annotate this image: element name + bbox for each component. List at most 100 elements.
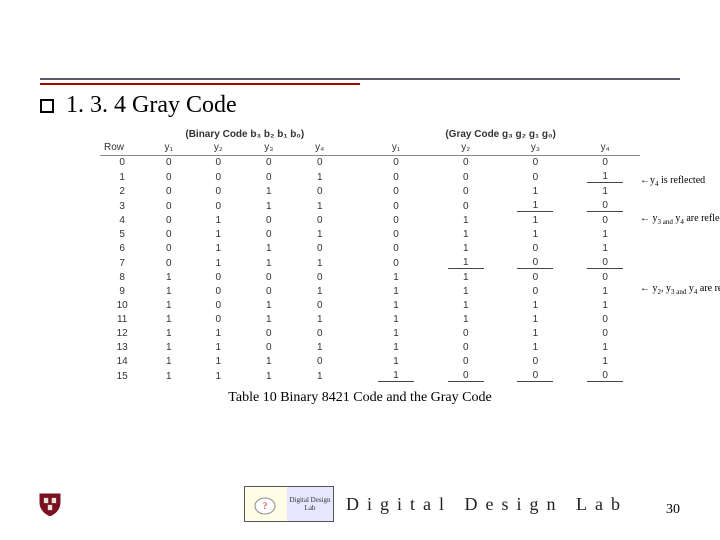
cell-value: 0	[294, 214, 345, 228]
cell-value: 1	[570, 341, 640, 355]
table-row: 401000110	[100, 214, 640, 228]
cell-row-index: 15	[100, 369, 144, 384]
cell-value: 1	[501, 228, 571, 242]
cell-value: 0	[144, 170, 193, 185]
cell-value: 1	[501, 313, 571, 327]
annotation-1: ←y4 is reflected	[640, 175, 720, 188]
cell-value: 0	[431, 369, 501, 384]
cell-value: 0	[431, 327, 501, 341]
cell-value: 0	[431, 170, 501, 185]
col-b-y3: y₃	[243, 141, 294, 156]
cell-value: 0	[144, 242, 193, 256]
cell-value	[345, 214, 361, 228]
cell-value: 0	[144, 228, 193, 242]
cell-row-index: 14	[100, 355, 144, 369]
cell-value: 1	[294, 369, 345, 384]
cell-value: 0	[193, 313, 243, 327]
cell-value: 0	[361, 185, 431, 199]
cell-value: 0	[501, 155, 571, 170]
cell-value: 1	[501, 341, 571, 355]
cell-value: 0	[243, 214, 294, 228]
group-header-row: (Binary Code b₃ b₂ b₁ b₀) (Gray Code g₃ …	[100, 127, 640, 141]
cell-value	[345, 155, 361, 170]
cell-row-index: 11	[100, 313, 144, 327]
cell-value: 0	[294, 185, 345, 199]
cell-value	[345, 327, 361, 341]
cell-value: 1	[431, 299, 501, 313]
svg-text:?: ?	[263, 501, 267, 511]
bullet-box-icon	[40, 99, 54, 113]
cell-value: 0	[431, 155, 501, 170]
cell-row-index: 12	[100, 327, 144, 341]
cell-row-index: 7	[100, 256, 144, 271]
cell-value: 0	[361, 214, 431, 228]
cell-value: 0	[243, 155, 294, 170]
cell-row-index: 4	[100, 214, 144, 228]
table-row: 701110100	[100, 256, 640, 271]
cell-value: 1	[570, 228, 640, 242]
cell-value: 0	[570, 199, 640, 214]
annotation-2: ← y3 and y4 are reflected	[640, 213, 720, 226]
cell-value: 0	[431, 199, 501, 214]
col-g-y3: y₃	[501, 141, 571, 156]
cell-value: 0	[570, 214, 640, 228]
cell-value: 0	[570, 271, 640, 285]
cell-value: 0	[294, 271, 345, 285]
shield-icon	[36, 490, 64, 518]
footer: ? Digital Design Lab Digital Design Lab	[0, 482, 720, 526]
cell-value: 1	[193, 355, 243, 369]
cell-value: 1	[243, 313, 294, 327]
cell-value	[345, 185, 361, 199]
cell-value: 0	[361, 228, 431, 242]
cell-value: 0	[361, 155, 431, 170]
cell-value: 1	[570, 170, 640, 185]
cell-value: 0	[144, 185, 193, 199]
cell-value: 1	[243, 369, 294, 384]
page-number: 30	[666, 502, 680, 518]
cell-value: 0	[243, 341, 294, 355]
cell-value: 1	[361, 313, 431, 327]
cell-value	[345, 313, 361, 327]
cell-value	[345, 285, 361, 299]
cell-value: 0	[243, 228, 294, 242]
cell-value: 1	[361, 355, 431, 369]
cell-value: 1	[361, 341, 431, 355]
table-row: 910011101	[100, 285, 640, 299]
cell-value: 0	[501, 271, 571, 285]
cell-value: 0	[570, 313, 640, 327]
cell-value: 1	[431, 313, 501, 327]
cell-value: 1	[501, 327, 571, 341]
cell-value: 1	[294, 313, 345, 327]
table-row: 501010111	[100, 228, 640, 242]
cell-value: 1	[361, 285, 431, 299]
cell-value: 0	[570, 369, 640, 384]
table-row: 1211001010	[100, 327, 640, 341]
cell-value: 1	[294, 256, 345, 271]
cell-row-index: 13	[100, 341, 144, 355]
cell-value: 1	[243, 199, 294, 214]
slide: 1. 3. 4 Gray Code (Binary Code b₃ b₂ b₁ …	[0, 0, 720, 540]
cell-value	[345, 256, 361, 271]
table-body: 0000000001000100012001000113001100104010…	[100, 155, 640, 384]
cell-value: 1	[144, 271, 193, 285]
cell-row-index: 6	[100, 242, 144, 256]
group-left-header: (Binary Code b₃ b₂ b₁ b₀)	[144, 127, 345, 141]
cell-value: 1	[144, 355, 193, 369]
cell-value: 0	[144, 155, 193, 170]
cell-value: 1	[144, 327, 193, 341]
cell-value	[345, 299, 361, 313]
cell-value: 0	[144, 199, 193, 214]
cell-value: 1	[501, 214, 571, 228]
cell-row-index: 8	[100, 271, 144, 285]
cell-value: 0	[361, 242, 431, 256]
cell-value: 1	[361, 299, 431, 313]
cell-value: 0	[243, 327, 294, 341]
annotation-3: ← y2, y3 and y4 are reflected	[640, 283, 720, 296]
cell-value: 1	[144, 341, 193, 355]
cell-value: 1	[193, 341, 243, 355]
table-row: 000000000	[100, 155, 640, 170]
cell-value: 1	[294, 170, 345, 185]
cell-value	[345, 271, 361, 285]
cell-value: 1	[501, 199, 571, 214]
cell-value: 1	[193, 242, 243, 256]
